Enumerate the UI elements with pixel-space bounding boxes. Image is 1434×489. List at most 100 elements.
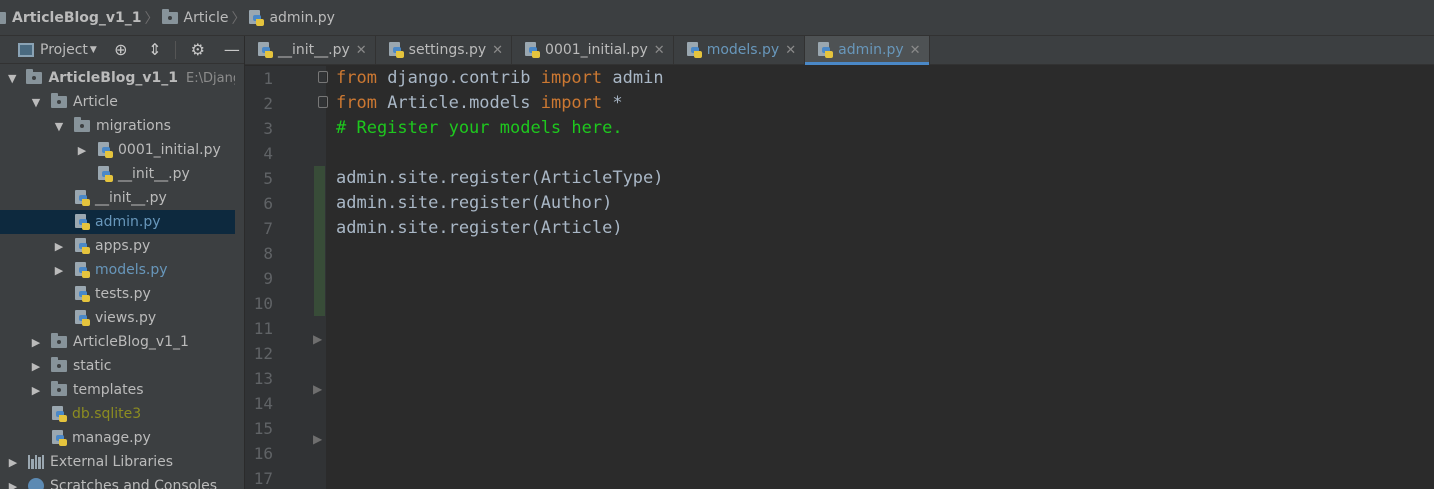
fold-arrow-icon[interactable]: ▶ <box>313 432 322 446</box>
collapsed-arrow-icon[interactable]: ▶ <box>54 234 64 258</box>
editor-tab-label: settings.py <box>408 42 487 58</box>
tree-item[interactable]: ▼ ArticleBlog_v1_1 E:\Django <box>0 66 249 90</box>
python-file-icon <box>686 42 702 58</box>
line-number: 1 <box>263 69 273 88</box>
tree-item[interactable]: ▶ 0001_initial.py <box>0 138 244 162</box>
tree-item-label: __init__.py <box>95 190 167 206</box>
code-line[interactable]: admin.site.register(Author) <box>336 191 612 216</box>
code-line[interactable]: from django.contrib import admin <box>336 66 664 91</box>
tree-item-label: manage.py <box>72 430 151 446</box>
close-icon[interactable]: ✕ <box>492 43 503 58</box>
tree-item[interactable]: ▶ ArticleBlog_v1_1 <box>0 330 244 354</box>
editor-tab-label: admin.py <box>838 42 904 58</box>
editor-tab-label: 0001_initial.py <box>545 42 648 58</box>
tree-item[interactable]: views.py <box>0 306 244 330</box>
breadcrumb-file[interactable]: admin.py <box>248 0 335 36</box>
line-number: 6 <box>263 194 273 213</box>
expanded-arrow-icon[interactable]: ▼ <box>31 90 41 114</box>
project-scrollbar[interactable] <box>235 64 244 489</box>
fold-marker-icon[interactable] <box>318 96 328 108</box>
code-token: import <box>540 68 603 88</box>
project-view-selector[interactable]: Project <box>40 42 88 58</box>
python-file-icon <box>524 42 541 58</box>
tree-item[interactable]: db.sqlite3 <box>0 402 244 426</box>
collapsed-arrow-icon[interactable]: ▶ <box>8 450 18 474</box>
line-number: 7 <box>263 219 273 238</box>
line-number: 14 <box>253 394 273 413</box>
tree-item[interactable]: ▼ migrations <box>0 114 244 138</box>
breadcrumb-folder-label: Article <box>183 9 229 26</box>
expanded-arrow-icon[interactable]: ▼ <box>8 66 16 90</box>
fold-arrow-icon[interactable]: ▶ <box>313 332 322 346</box>
editor-tab[interactable]: admin.py ✕ <box>805 36 930 65</box>
close-icon[interactable]: ✕ <box>910 43 921 58</box>
breadcrumb-project[interactable]: ArticleBlog_v1_1 <box>0 0 142 36</box>
tree-item[interactable]: manage.py <box>0 426 244 450</box>
tree-item[interactable]: ▶ External Libraries <box>0 450 244 474</box>
close-icon[interactable]: ✕ <box>356 43 367 58</box>
navigation-bar: ArticleBlog_v1_1 〉 Article 〉 admin.py <box>0 0 1434 36</box>
tree-item[interactable]: ▼ Article <box>0 90 244 114</box>
code-token: admin.site.register(Article) <box>336 218 623 238</box>
tree-item[interactable]: ▶ static <box>0 354 244 378</box>
collapsed-arrow-icon[interactable]: ▶ <box>77 138 87 162</box>
line-number: 9 <box>263 269 273 288</box>
tree-item-label: ArticleBlog_v1_1 <box>48 70 179 86</box>
code-token: # Register your models here. <box>336 118 623 138</box>
tree-item-label: models.py <box>95 262 168 278</box>
collapsed-arrow-icon[interactable]: ▶ <box>8 474 18 489</box>
expanded-arrow-icon[interactable]: ▼ <box>54 114 64 138</box>
collapsed-arrow-icon[interactable]: ▶ <box>31 354 41 378</box>
collapsed-arrow-icon[interactable]: ▶ <box>54 258 64 282</box>
tree-item[interactable]: ▶ templates <box>0 378 244 402</box>
locate-icon[interactable]: ⊕ <box>111 40 131 60</box>
project-tree: ▼ ArticleBlog_v1_1 E:\Django ▼ Article ▼ migra… <box>0 66 249 489</box>
fold-arrow-icon[interactable]: ▶ <box>313 382 322 396</box>
close-icon[interactable]: ✕ <box>785 43 796 58</box>
tree-item[interactable]: __init__.py <box>0 186 244 210</box>
tree-item[interactable]: __init__.py <box>0 162 244 186</box>
code-token: import <box>540 93 603 113</box>
tree-item[interactable]: ▶ models.py <box>0 258 244 282</box>
tree-item-label: migrations <box>96 118 171 134</box>
code-line[interactable]: from Article.models import * <box>336 91 623 116</box>
hide-icon[interactable]: — <box>222 40 242 60</box>
tree-item-label: admin.py <box>95 214 161 230</box>
line-number: 16 <box>253 444 273 463</box>
code-line[interactable]: admin.site.register(Article) <box>336 216 623 241</box>
code-token: admin.site.register(Author) <box>336 193 613 213</box>
tree-item-label: 0001_initial.py <box>118 142 221 158</box>
code-line[interactable]: # Register your models here. <box>336 116 623 141</box>
breadcrumb-folder[interactable]: Article <box>161 0 229 36</box>
collapse-all-icon[interactable]: ⇕ <box>145 40 165 60</box>
collapsed-arrow-icon[interactable]: ▶ <box>31 378 41 402</box>
tree-item[interactable]: ▶ apps.py <box>0 234 244 258</box>
tree-item-label: apps.py <box>95 238 151 254</box>
chevron-right-icon: 〉 <box>231 10 246 27</box>
tree-item[interactable]: ▶ Scratches and Consoles <box>0 474 244 489</box>
tree-item-label: templates <box>73 382 144 398</box>
python-file-icon <box>74 262 90 278</box>
editor-tab[interactable]: 0001_initial.py ✕ <box>512 36 674 64</box>
editor-tab[interactable]: __init__.py ✕ <box>245 36 376 64</box>
editor-tab-label: models.py <box>706 42 780 58</box>
tree-item[interactable]: admin.py <box>0 210 244 234</box>
editor-tab[interactable]: settings.py ✕ <box>376 36 513 64</box>
code-line[interactable]: admin.site.register(ArticleType) <box>336 166 664 191</box>
editor-tab[interactable]: models.py ✕ <box>674 36 806 64</box>
tree-item-label: tests.py <box>95 286 151 302</box>
tree-item[interactable]: tests.py <box>0 282 244 306</box>
python-file-icon <box>74 310 90 326</box>
python-file-icon <box>74 214 90 230</box>
fold-marker-icon[interactable] <box>318 71 328 83</box>
code-token: from <box>336 68 377 88</box>
python-file-icon <box>388 42 404 58</box>
tree-item-label: ArticleBlog_v1_1 <box>73 334 189 350</box>
folder-icon <box>0 11 6 24</box>
gear-icon[interactable]: ⚙ <box>188 40 208 60</box>
chevron-down-icon[interactable]: ▼ <box>90 45 97 55</box>
tree-item-label: External Libraries <box>50 454 173 470</box>
collapsed-arrow-icon[interactable]: ▶ <box>31 330 41 354</box>
line-number: 12 <box>253 344 273 363</box>
close-icon[interactable]: ✕ <box>654 43 665 58</box>
